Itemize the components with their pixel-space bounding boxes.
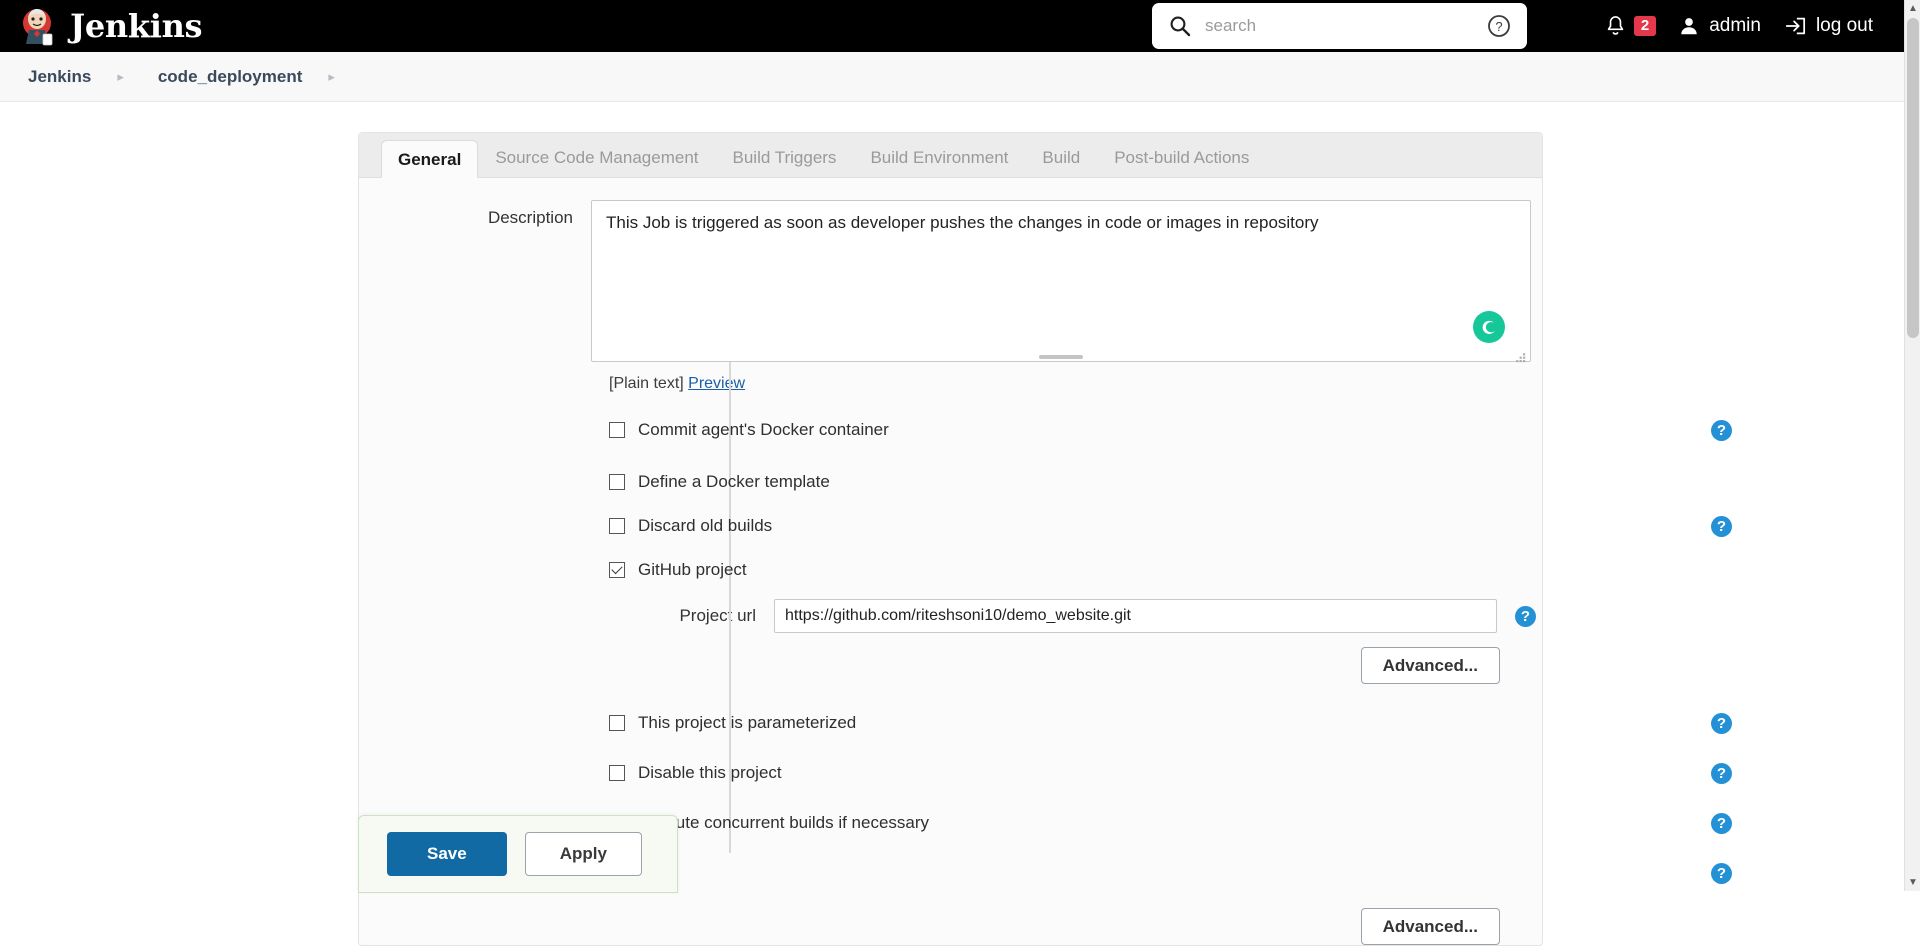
breadcrumb: Jenkins ▸ code_deployment ▸ bbox=[0, 52, 1920, 102]
tab-build[interactable]: Build bbox=[1025, 139, 1097, 177]
label-commit-agents-docker-container: Commit agent's Docker container bbox=[638, 420, 889, 439]
label-disable-this-project: Disable this project bbox=[638, 763, 782, 782]
textarea-resize-grip[interactable] bbox=[1515, 351, 1527, 363]
notifications-button[interactable]: 2 bbox=[1594, 0, 1667, 52]
tab-general[interactable]: General bbox=[381, 140, 479, 178]
description-field-wrap bbox=[591, 200, 1531, 367]
breadcrumb-separator-icon-2: ▸ bbox=[328, 68, 335, 84]
row-execute-concurrent-builds: Execute concurrent builds if necessary ? bbox=[609, 808, 1732, 838]
breadcrumb-item-code-deployment[interactable]: code_deployment bbox=[158, 67, 303, 87]
search-input[interactable] bbox=[1203, 15, 1453, 37]
breadcrumb-item-jenkins[interactable]: Jenkins bbox=[28, 67, 91, 87]
help-icon-occluded-row[interactable]: ? bbox=[1711, 862, 1732, 884]
checkbox-this-project-is-parameterized[interactable] bbox=[609, 715, 625, 731]
save-apply-bar: Save Apply bbox=[358, 815, 678, 893]
tab-build-triggers[interactable]: Build Triggers bbox=[716, 139, 854, 177]
top-header: Jenkins ? 2 bbox=[0, 0, 1920, 52]
save-button[interactable]: Save bbox=[387, 832, 507, 876]
logout-label: log out bbox=[1815, 15, 1873, 36]
label-github-project: GitHub project bbox=[638, 560, 747, 579]
jenkins-butler-logo-icon bbox=[18, 6, 58, 46]
header-actions: 2 admin log out bbox=[1594, 0, 1884, 52]
checkbox-define-a-docker-template[interactable] bbox=[609, 474, 625, 490]
help-icon-execute-concurrent-builds[interactable]: ? bbox=[1711, 812, 1732, 834]
description-format-row: [Plain text] Preview bbox=[609, 375, 1542, 393]
page-content: General Source Code Management Build Tri… bbox=[0, 102, 1920, 946]
plain-text-label: [Plain text] bbox=[609, 375, 684, 392]
grammarly-icon[interactable] bbox=[1473, 311, 1505, 343]
label-this-project-is-parameterized: This project is parameterized bbox=[638, 713, 857, 732]
checkbox-github-project[interactable] bbox=[609, 562, 625, 578]
tab-source-code-management[interactable]: Source Code Management bbox=[478, 139, 715, 177]
logout-button[interactable]: log out bbox=[1772, 0, 1884, 52]
project-url-input[interactable] bbox=[774, 599, 1497, 633]
help-icon-discard-old-builds[interactable]: ? bbox=[1711, 515, 1732, 537]
svg-text:?: ? bbox=[1495, 19, 1502, 34]
description-textarea[interactable] bbox=[591, 200, 1531, 362]
help-icon-disable-this-project[interactable]: ? bbox=[1711, 762, 1732, 784]
help-icon-this-project-is-parameterized[interactable]: ? bbox=[1711, 712, 1732, 734]
description-row: Description bbox=[359, 200, 1542, 367]
row-occluded-by-save-bar: run ? bbox=[609, 858, 1732, 888]
label-execute-concurrent-builds: Execute concurrent builds if necessary bbox=[638, 813, 930, 832]
help-icon-commit-agents-docker-container[interactable]: ? bbox=[1711, 419, 1732, 441]
label-define-a-docker-template: Define a Docker template bbox=[638, 472, 830, 491]
checkbox-discard-old-builds[interactable] bbox=[609, 518, 625, 534]
row-discard-old-builds: Discard old builds ? bbox=[609, 511, 1732, 541]
apply-button[interactable]: Apply bbox=[524, 832, 642, 876]
search-box[interactable]: ? bbox=[1152, 3, 1527, 49]
checkbox-disable-this-project[interactable] bbox=[609, 765, 625, 781]
config-tab-bar: General Source Code Management Build Tri… bbox=[359, 133, 1542, 178]
tab-build-environment[interactable]: Build Environment bbox=[853, 139, 1025, 177]
scroll-down-arrow-icon[interactable]: ▼ bbox=[1905, 874, 1920, 891]
row-this-project-is-parameterized: This project is parameterized ? bbox=[609, 708, 1732, 738]
search-help-icon[interactable]: ? bbox=[1487, 14, 1511, 38]
bell-icon bbox=[1607, 15, 1624, 35]
row-commit-agents-docker-container: Commit agent's Docker container ? bbox=[609, 415, 1732, 445]
page-scrollbar[interactable]: ▲ ▼ bbox=[1904, 0, 1920, 891]
scrollbar-thumb[interactable] bbox=[1907, 18, 1919, 338]
logout-icon bbox=[1785, 17, 1805, 35]
bottom-advanced-button[interactable]: Advanced... bbox=[1360, 908, 1500, 945]
row-define-a-docker-template: Define a Docker template bbox=[609, 467, 1542, 497]
github-advanced-row: Advanced... bbox=[359, 647, 1542, 684]
description-label: Description bbox=[487, 208, 573, 227]
user-name-label: admin bbox=[1709, 15, 1761, 36]
row-github-project: GitHub project bbox=[609, 555, 1542, 585]
bottom-advanced-row: Advanced... bbox=[359, 908, 1542, 945]
label-discard-old-builds: Discard old builds bbox=[638, 516, 773, 535]
preview-link[interactable]: Preview bbox=[688, 375, 745, 392]
help-icon-project-url[interactable]: ? bbox=[1515, 605, 1536, 627]
person-icon bbox=[1681, 18, 1697, 35]
notification-count-badge: 2 bbox=[1633, 15, 1657, 37]
github-advanced-button[interactable]: Advanced... bbox=[1360, 647, 1500, 684]
tab-post-build-actions[interactable]: Post-build Actions bbox=[1097, 139, 1266, 177]
project-url-label: Project url bbox=[679, 606, 756, 625]
user-menu-admin[interactable]: admin bbox=[1667, 0, 1772, 52]
search-icon bbox=[1169, 15, 1191, 37]
checkbox-commit-agents-docker-container[interactable] bbox=[609, 422, 625, 438]
breadcrumb-separator-icon: ▸ bbox=[117, 68, 124, 84]
scroll-up-arrow-icon[interactable]: ▲ bbox=[1905, 0, 1920, 17]
row-disable-this-project: Disable this project ? bbox=[609, 758, 1732, 788]
brand-title: Jenkins bbox=[70, 7, 203, 45]
description-scroll-indicator bbox=[1039, 355, 1083, 359]
project-url-row: Project url ? bbox=[359, 599, 1542, 633]
jenkins-brand-link[interactable]: Jenkins bbox=[18, 6, 203, 46]
